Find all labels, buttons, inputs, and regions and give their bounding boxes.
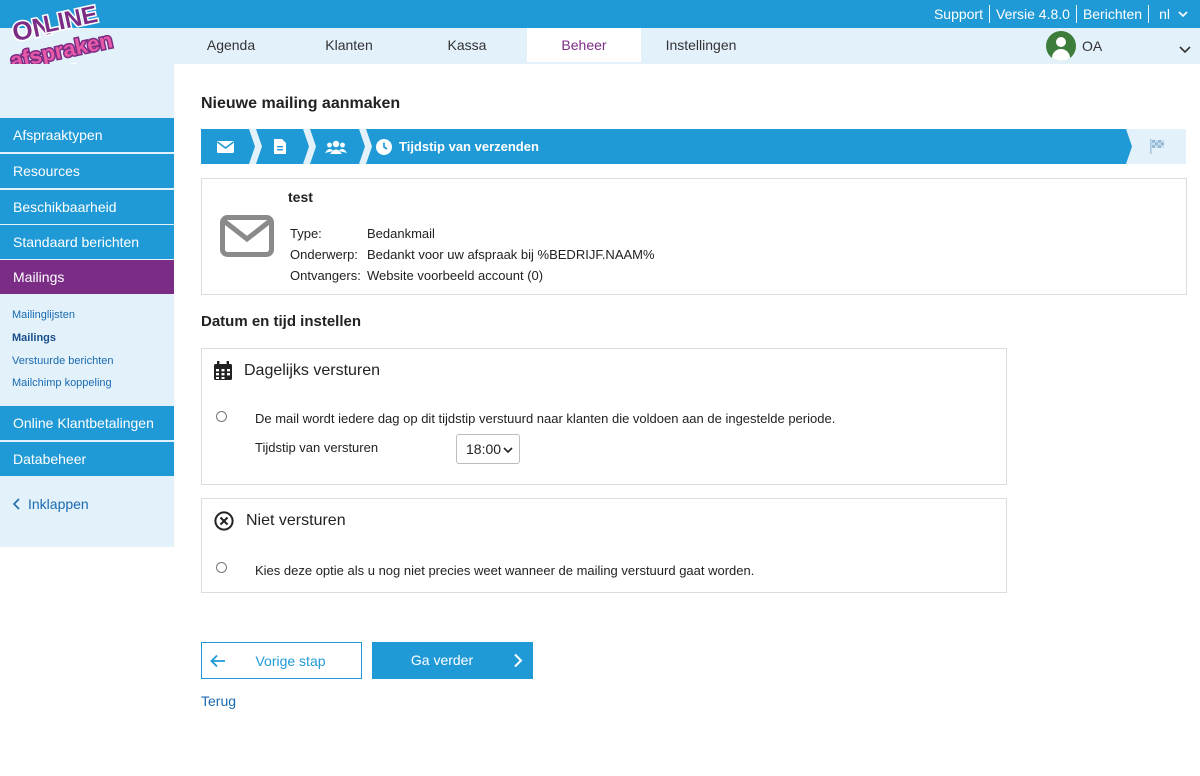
- support-link[interactable]: Support: [928, 0, 989, 28]
- recipients-label: Ontvangers:: [290, 268, 361, 283]
- close-circle-icon: [214, 511, 234, 531]
- step-schedule-label: Tijdstip van verzenden: [399, 139, 539, 154]
- users-icon: [325, 140, 347, 154]
- sidebar-sub-mailchimp-koppeling[interactable]: Mailchimp koppeling: [12, 377, 112, 389]
- wizard-steps: Tijdstip van verzenden: [201, 129, 1186, 164]
- nav-klanten[interactable]: Klanten: [308, 28, 390, 62]
- continue-button[interactable]: Ga verder: [372, 642, 533, 679]
- sidebar-sub-verstuurde-berichten[interactable]: Verstuurde berichten: [12, 355, 114, 367]
- chevron-down-icon[interactable]: [1178, 42, 1192, 56]
- sidebar-item-resources[interactable]: Resources: [0, 154, 174, 188]
- option-none: Niet versturen Kies deze optie als u nog…: [201, 498, 1007, 593]
- envelope-icon: [220, 215, 274, 257]
- chevron-right-icon: [514, 653, 523, 668]
- avatar: [1046, 31, 1076, 61]
- time-select[interactable]: 18:00: [456, 434, 520, 464]
- page-title: Nieuwe mailing aanmaken: [201, 95, 401, 112]
- step-schedule[interactable]: Tijdstip van verzenden: [376, 129, 676, 164]
- option-daily-header: Dagelijks versturen: [214, 361, 380, 380]
- type-label: Type:: [290, 226, 322, 241]
- envelope-icon: [217, 140, 234, 153]
- mailing-summary-card: test Type: Bedankmail Onderwerp: Bedankt v…: [201, 178, 1187, 295]
- language-selector[interactable]: nl: [1149, 6, 1188, 22]
- divider: [1075, 5, 1077, 23]
- sidebar-item-online-klantbetalingen[interactable]: Online Klantbetalingen: [0, 406, 174, 440]
- calendar-icon: [214, 361, 232, 380]
- chevron-down-icon: [503, 447, 513, 454]
- subject-label: Onderwerp:: [290, 247, 358, 262]
- divider: [989, 5, 990, 23]
- mailing-subject-row: Onderwerp: Bedankt voor uw afspraak bij %…: [290, 247, 655, 262]
- sidebar-sub-mailings[interactable]: Mailings: [12, 332, 56, 344]
- sidebar-sub-mailinglijsten[interactable]: Mailinglijsten: [12, 309, 75, 321]
- clock-icon: [376, 138, 392, 155]
- document-icon: [274, 139, 286, 154]
- sidebar-item-standaard-berichten[interactable]: Standaard berichten: [0, 225, 174, 259]
- sidebar-item-databeheer[interactable]: Databeheer: [0, 442, 174, 476]
- option-daily-description: De mail wordt iedere dag op dit tijdstip…: [255, 411, 836, 426]
- top-links: Support Versie 4.8.0 Berichten nl: [928, 0, 1188, 28]
- mailing-recipients-row: Ontvangers: Website voorbeeld account (0): [290, 268, 543, 283]
- chevron-down-icon: [1178, 11, 1188, 18]
- option-none-title: Niet versturen: [246, 512, 346, 529]
- step-compose[interactable]: [217, 129, 237, 164]
- nav-agenda[interactable]: Agenda: [190, 28, 272, 62]
- time-label: Tijdstip van versturen: [255, 440, 379, 455]
- option-none-header: Niet versturen: [214, 511, 346, 531]
- continue-label: Ga verder: [410, 652, 474, 668]
- time-select-value: 18:00: [466, 441, 502, 457]
- language-label: nl: [1159, 6, 1170, 22]
- main-nav: Agenda Klanten Kassa Beheer Instellingen…: [0, 28, 1200, 64]
- messages-link[interactable]: Berichten: [1077, 0, 1148, 28]
- sidebar-item-afspraaktypen[interactable]: Afspraaktypen: [0, 118, 174, 152]
- previous-step-button[interactable]: Vorige stap: [201, 642, 362, 679]
- nav-beheer[interactable]: Beheer: [527, 28, 641, 62]
- nav-instellingen[interactable]: Instellingen: [660, 28, 742, 62]
- section-title: Datum en tijd instellen: [201, 313, 362, 330]
- mailing-type-row: Type: Bedankmail: [290, 226, 435, 241]
- chevron-left-icon: [12, 498, 20, 510]
- back-link[interactable]: Terug: [201, 693, 236, 709]
- version-link[interactable]: Versie 4.8.0: [990, 0, 1076, 28]
- option-daily: Dagelijks versturen De mail wordt iedere…: [201, 348, 1007, 485]
- step-content[interactable]: [274, 129, 294, 164]
- user-menu[interactable]: OA: [1046, 31, 1102, 61]
- step-recipients[interactable]: [325, 129, 349, 164]
- top-bar: Support Versie 4.8.0 Berichten nl: [0, 0, 1200, 28]
- finish-flag-icon: [1150, 139, 1164, 154]
- type-value: Bedankmail: [367, 226, 435, 241]
- step-finish[interactable]: [1149, 129, 1169, 164]
- subject-value: Bedankt voor uw afspraak bij %BEDRIJF.NA…: [367, 247, 655, 262]
- daily-radio[interactable]: [216, 411, 227, 422]
- divider: [1148, 5, 1150, 23]
- none-radio[interactable]: [216, 562, 227, 573]
- user-initials: OA: [1082, 38, 1103, 54]
- mailing-name: test: [288, 189, 313, 205]
- collapse-sidebar-link[interactable]: Inklappen: [12, 496, 89, 512]
- previous-step-label: Vorige stap: [255, 653, 326, 669]
- sidebar-item-mailings[interactable]: Mailings: [0, 260, 174, 294]
- sidebar-item-beschikbaarheid[interactable]: Beschikbaarheid: [0, 190, 174, 224]
- option-daily-title: Dagelijks versturen: [244, 361, 381, 379]
- nav-kassa[interactable]: Kassa: [426, 28, 508, 62]
- recipients-value: Website voorbeeld account (0): [367, 268, 544, 283]
- collapse-label: Inklappen: [28, 496, 89, 512]
- option-none-description: Kies deze optie als u nog niet precies w…: [255, 563, 755, 578]
